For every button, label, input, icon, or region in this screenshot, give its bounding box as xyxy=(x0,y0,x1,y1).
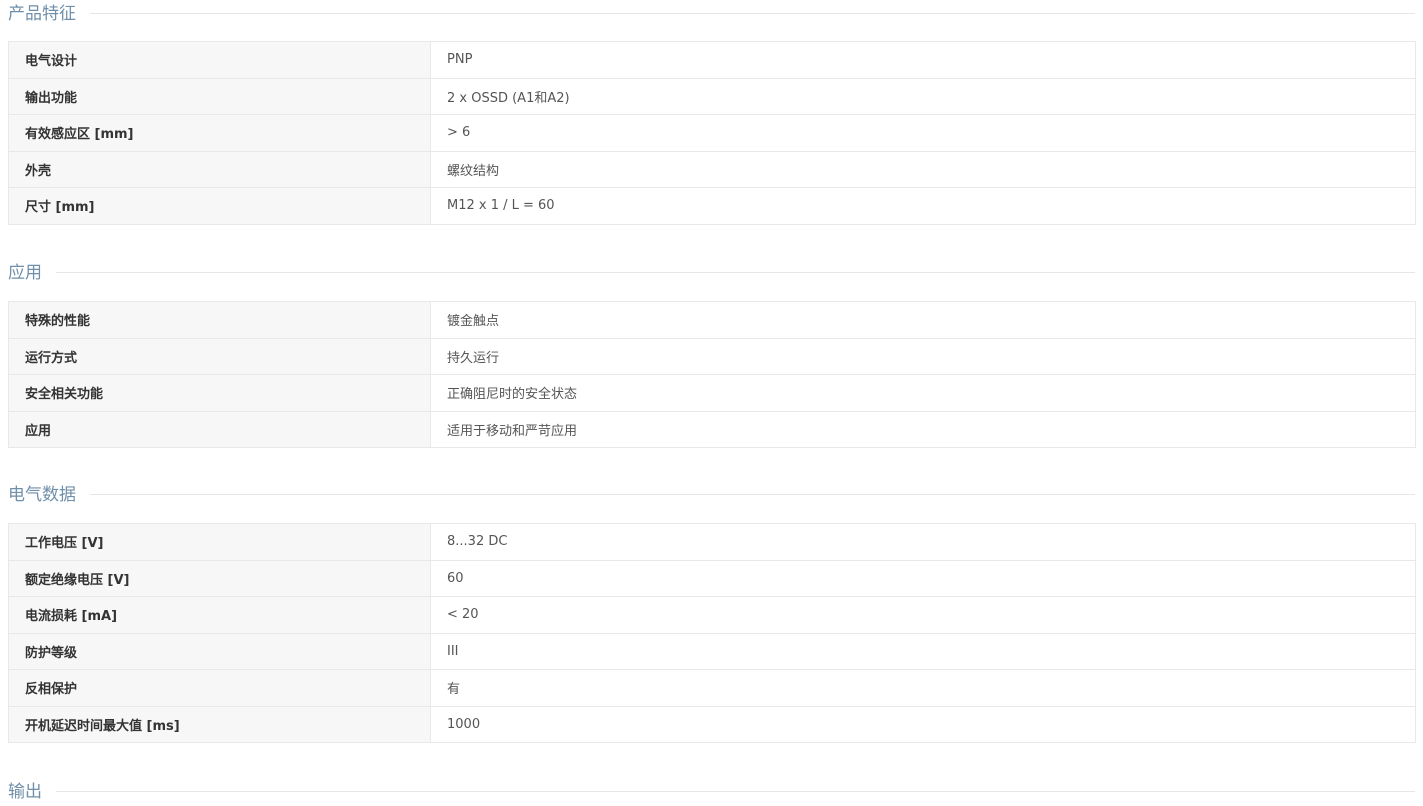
section-header: 输出 xyxy=(0,778,1423,806)
spec-value: 持久运行 xyxy=(430,337,1416,375)
table-row: 工作电压 [V] 8...32 DC xyxy=(8,523,1416,561)
section-title: 应用 xyxy=(8,259,56,287)
spec-value: III xyxy=(430,632,1416,670)
table-row: 有效感应区 [mm] > 6 xyxy=(8,114,1416,152)
spec-label: 防护等级 xyxy=(8,632,431,670)
section-header: 产品特征 xyxy=(0,0,1423,28)
spec-value: 60 xyxy=(430,559,1416,597)
spec-value: < 20 xyxy=(430,596,1416,634)
spec-value: 1000 xyxy=(430,705,1416,743)
spec-label: 电气设计 xyxy=(8,41,431,79)
section-application: 应用 特殊的性能 镀金触点 运行方式 持久运行 安全相关功能 正确阻尼时的安全状… xyxy=(0,259,1423,448)
spec-value: PNP xyxy=(430,41,1416,79)
section-divider xyxy=(8,791,1415,792)
section-title: 产品特征 xyxy=(8,0,90,28)
spec-value: 镀金触点 xyxy=(430,301,1416,339)
spec-label: 应用 xyxy=(8,410,431,448)
table-row: 运行方式 持久运行 xyxy=(8,337,1416,375)
table-row: 输出功能 2 x OSSD (A1和A2) xyxy=(8,77,1416,115)
section-output: 输出 xyxy=(0,778,1423,806)
spec-value: 螺纹结构 xyxy=(430,150,1416,188)
table-row: 反相保护 有 xyxy=(8,669,1416,707)
spec-label: 安全相关功能 xyxy=(8,374,431,412)
section-title: 电气数据 xyxy=(8,481,90,509)
spec-value: 8...32 DC xyxy=(430,523,1416,561)
spec-value: 正确阻尼时的安全状态 xyxy=(430,374,1416,412)
spec-value: 2 x OSSD (A1和A2) xyxy=(430,77,1416,115)
spec-label: 特殊的性能 xyxy=(8,301,431,339)
spec-table: 特殊的性能 镀金触点 运行方式 持久运行 安全相关功能 正确阻尼时的安全状态 应… xyxy=(8,301,1416,448)
section-divider xyxy=(8,494,1415,495)
section-header: 电气数据 xyxy=(0,481,1423,509)
spec-label: 开机延迟时间最大值 [ms] xyxy=(8,705,431,743)
table-row: 电气设计 PNP xyxy=(8,41,1416,79)
table-row: 特殊的性能 镀金触点 xyxy=(8,301,1416,339)
spec-label: 有效感应区 [mm] xyxy=(8,114,431,152)
spec-value: > 6 xyxy=(430,114,1416,152)
spec-label: 尺寸 [mm] xyxy=(8,187,431,225)
spec-label: 工作电压 [V] xyxy=(8,523,431,561)
spec-label: 反相保护 xyxy=(8,669,431,707)
spec-table: 电气设计 PNP 输出功能 2 x OSSD (A1和A2) 有效感应区 [mm… xyxy=(8,41,1416,225)
spec-label: 额定绝缘电压 [V] xyxy=(8,559,431,597)
section-divider xyxy=(8,13,1415,14)
section-electrical-data: 电气数据 工作电压 [V] 8...32 DC 额定绝缘电压 [V] 60 电流… xyxy=(0,481,1423,743)
spec-label: 电流损耗 [mA] xyxy=(8,596,431,634)
table-row: 开机延迟时间最大值 [ms] 1000 xyxy=(8,705,1416,743)
section-title: 输出 xyxy=(8,778,56,806)
table-row: 尺寸 [mm] M12 x 1 / L = 60 xyxy=(8,187,1416,225)
spec-label: 输出功能 xyxy=(8,77,431,115)
section-product-features: 产品特征 电气设计 PNP 输出功能 2 x OSSD (A1和A2) 有效感应… xyxy=(0,0,1423,225)
spec-table: 工作电压 [V] 8...32 DC 额定绝缘电压 [V] 60 电流损耗 [m… xyxy=(8,523,1416,743)
table-row: 外壳 螺纹结构 xyxy=(8,150,1416,188)
table-row: 额定绝缘电压 [V] 60 xyxy=(8,559,1416,597)
spec-label: 运行方式 xyxy=(8,337,431,375)
table-row: 防护等级 III xyxy=(8,632,1416,670)
spec-value: 有 xyxy=(430,669,1416,707)
spec-value: M12 x 1 / L = 60 xyxy=(430,187,1416,225)
section-header: 应用 xyxy=(0,259,1423,287)
spec-label: 外壳 xyxy=(8,150,431,188)
table-row: 安全相关功能 正确阻尼时的安全状态 xyxy=(8,374,1416,412)
section-divider xyxy=(8,272,1415,273)
table-row: 电流损耗 [mA] < 20 xyxy=(8,596,1416,634)
table-row: 应用 适用于移动和严苛应用 xyxy=(8,410,1416,448)
spec-value: 适用于移动和严苛应用 xyxy=(430,410,1416,448)
